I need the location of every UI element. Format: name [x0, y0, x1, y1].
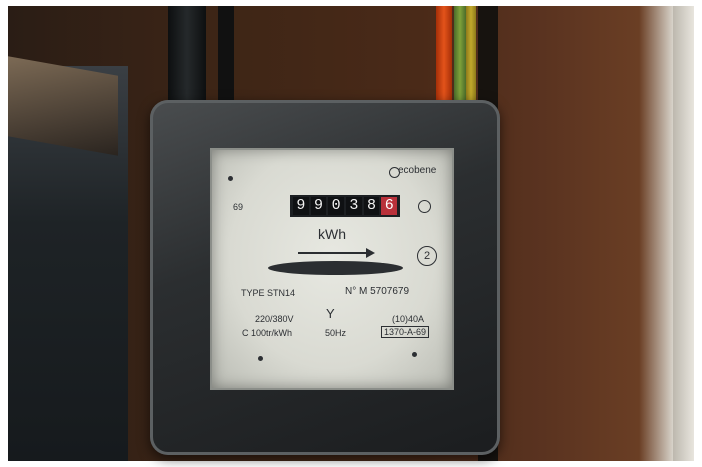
- type-label: TYPE STN14: [241, 288, 296, 298]
- direction-arrow-head-icon: [366, 248, 375, 258]
- seal-screw-icon: [258, 356, 263, 361]
- counter-digit: 0: [328, 197, 345, 215]
- star-connection-icon: Y: [326, 306, 335, 321]
- counter-digit: 9: [293, 197, 309, 215]
- unit-label: kWh: [318, 226, 346, 242]
- serial-number: N° M 5707679: [345, 286, 410, 297]
- voltage-label: 220/380V: [255, 314, 294, 324]
- counter-digit: 9: [310, 197, 327, 215]
- counter-digit: 3: [346, 197, 362, 215]
- reading-counter: 9 9 0 3 8 6: [290, 195, 400, 217]
- small-number: 69: [233, 202, 244, 212]
- direction-arrow-icon: [298, 252, 370, 254]
- rotor-disc: [268, 261, 403, 275]
- adjust-screw-icon: [418, 200, 431, 213]
- current-rating: (10)40A: [392, 314, 425, 324]
- white-wall: [673, 6, 694, 461]
- counter-digit: 8: [363, 197, 380, 215]
- meter-constant: C 100tr/kWh: [242, 328, 293, 338]
- brand-name: ecobene: [398, 165, 437, 176]
- frequency-label: 50Hz: [325, 328, 347, 338]
- class-badge: 2: [417, 246, 437, 266]
- model-code: 1370-A-69: [381, 326, 430, 338]
- counter-digit-decimal: 6: [381, 197, 398, 215]
- seal-screw-icon: [228, 176, 233, 181]
- seal-screw-icon: [412, 352, 417, 357]
